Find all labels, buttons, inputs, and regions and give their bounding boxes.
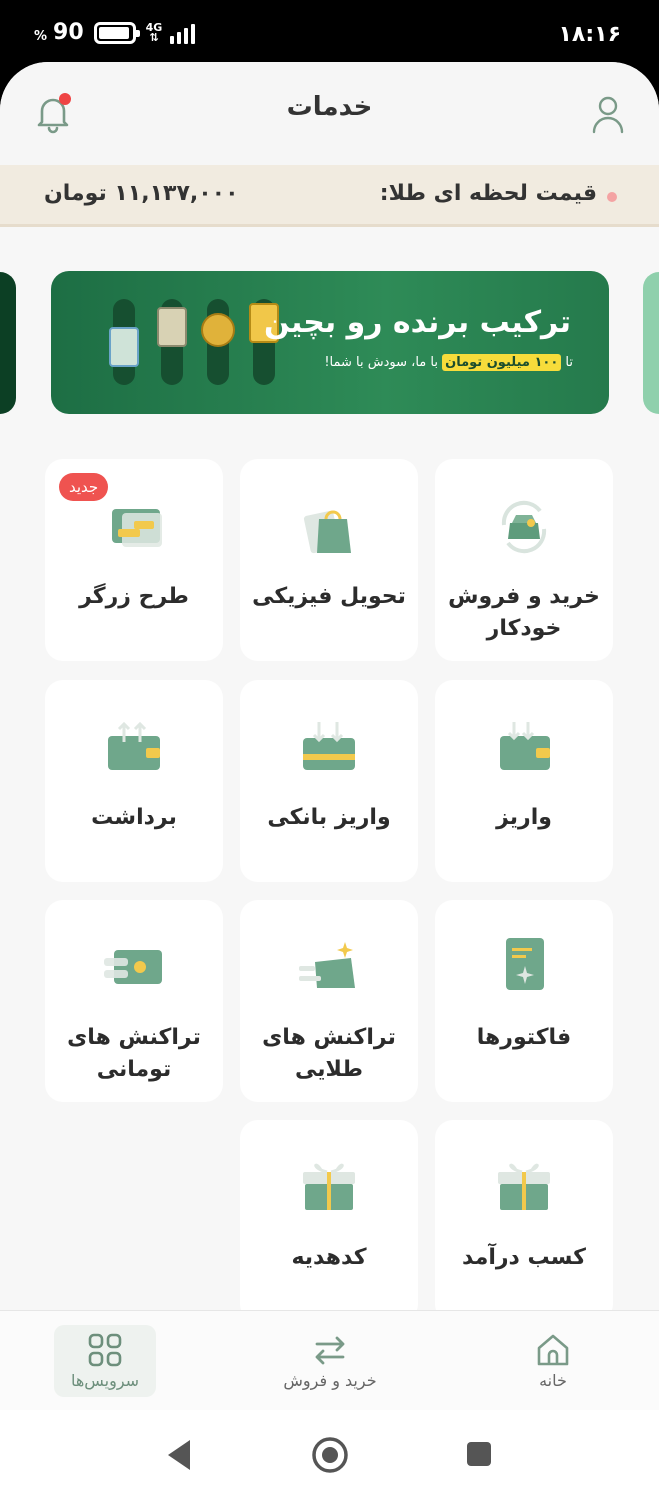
service-label: برداشت <box>91 805 177 830</box>
service-zargar-plan[interactable]: جدید طرح زرگر <box>45 459 223 661</box>
status-bar: % 90 4G ⇅ ۱۸:۱۶ <box>0 0 659 70</box>
home-circle-icon[interactable] <box>311 1436 349 1474</box>
service-label: فاکتورها <box>476 1025 572 1050</box>
service-label: واریز بانکی <box>267 805 391 830</box>
back-icon[interactable] <box>164 1438 194 1472</box>
app-bar: خدمات <box>0 62 659 165</box>
gold-transactions-icon <box>299 942 355 988</box>
app-screen: خدمات قیمت لحظه ای طلا: ۱۱,۱۳۷,۰۰۰ تومان… <box>0 62 659 1500</box>
status-left: % 90 4G ⇅ <box>34 20 196 45</box>
service-gift-code[interactable]: کدهدیه <box>240 1120 418 1322</box>
wallet-withdraw-icon <box>108 721 160 770</box>
service-label: واریز <box>496 805 552 830</box>
service-bank-deposit[interactable]: واریز بانکی <box>240 680 418 882</box>
gold-bar-card-icon <box>112 509 162 547</box>
service-withdraw[interactable]: برداشت <box>45 680 223 882</box>
banner-subtitle: تا ۱۰۰ میلیون تومان با ما، سودش با شما! <box>324 354 573 371</box>
banner-title: ترکیب برنده رو بچین <box>264 305 571 340</box>
banner-next-peek[interactable] <box>643 272 659 414</box>
page-title: خدمات <box>286 92 373 122</box>
nav-trade-label: خرید و فروش <box>283 1371 377 1390</box>
battery-percent-sign: % <box>34 29 48 44</box>
service-label: خرید و فروش خودکار <box>448 584 600 641</box>
service-physical-delivery[interactable]: تحویل فیزیکی <box>240 459 418 661</box>
nav-services-label: سرویس‌ها <box>70 1371 140 1390</box>
service-label: کدهدیه <box>291 1245 367 1270</box>
wallet-deposit-icon <box>500 722 550 770</box>
user-profile-icon[interactable] <box>591 94 625 134</box>
nav-home[interactable]: خانه <box>493 1325 613 1397</box>
gold-price-ticker: قیمت لحظه ای طلا: ۱۱,۱۳۷,۰۰۰ تومان <box>0 165 659 227</box>
service-label: کسب درآمد <box>462 1245 586 1270</box>
signal-icon <box>170 22 196 44</box>
gold-price-value: ۱۱,۱۳۷,۰۰۰ تومان <box>44 181 239 206</box>
clock: ۱۸:۱۶ <box>558 22 621 47</box>
nav-home-label: خانه <box>539 1371 567 1390</box>
service-label: تراکنش های تومانی <box>67 1025 201 1082</box>
auto-trade-icon <box>501 500 547 554</box>
banner-prev-peek[interactable] <box>0 272 16 414</box>
battery-icon <box>93 21 140 44</box>
service-label: طرح زرگر <box>79 584 189 609</box>
network-type: 4G ⇅ <box>145 20 163 44</box>
grid-services-icon <box>88 1333 122 1367</box>
home-icon <box>537 1334 569 1366</box>
recents-icon[interactable] <box>465 1440 493 1468</box>
battery-level: 90 <box>53 20 84 45</box>
nav-services[interactable]: سرویس‌ها <box>54 1325 156 1397</box>
gold-price-label: قیمت لحظه ای طلا: <box>379 181 597 206</box>
service-invoices[interactable]: فاکتورها <box>435 900 613 1102</box>
sliders-illustration-icon <box>107 299 279 385</box>
bottom-nav: خانه خرید و فروش سرویس‌ها <box>0 1310 659 1410</box>
bank-deposit-icon <box>303 722 355 770</box>
system-nav-bar <box>0 1410 659 1500</box>
gift-code-icon <box>303 1163 355 1210</box>
service-label: تحویل فیزیکی <box>252 584 406 609</box>
service-deposit[interactable]: واریز <box>435 680 613 882</box>
service-gold-transactions[interactable]: تراکنش های طلایی <box>240 900 418 1102</box>
new-badge: جدید <box>59 473 109 501</box>
shopping-bag-icon <box>303 510 351 554</box>
service-earn-income[interactable]: کسب درآمد <box>435 1120 613 1322</box>
swap-arrows-icon <box>315 1336 345 1365</box>
service-label: تراکنش های طلایی <box>262 1025 396 1082</box>
service-toman-transactions[interactable]: تراکنش های تومانی <box>45 900 223 1102</box>
service-auto-trade[interactable]: خرید و فروش خودکار <box>435 459 613 661</box>
gift-earn-icon <box>498 1163 550 1210</box>
nav-trade[interactable]: خرید و فروش <box>270 1325 390 1397</box>
live-dot-icon <box>607 192 617 202</box>
promo-banner[interactable]: ترکیب برنده رو بچین تا ۱۰۰ میلیون تومان … <box>51 271 609 414</box>
invoice-icon <box>506 938 544 990</box>
toman-transactions-icon <box>104 950 162 984</box>
